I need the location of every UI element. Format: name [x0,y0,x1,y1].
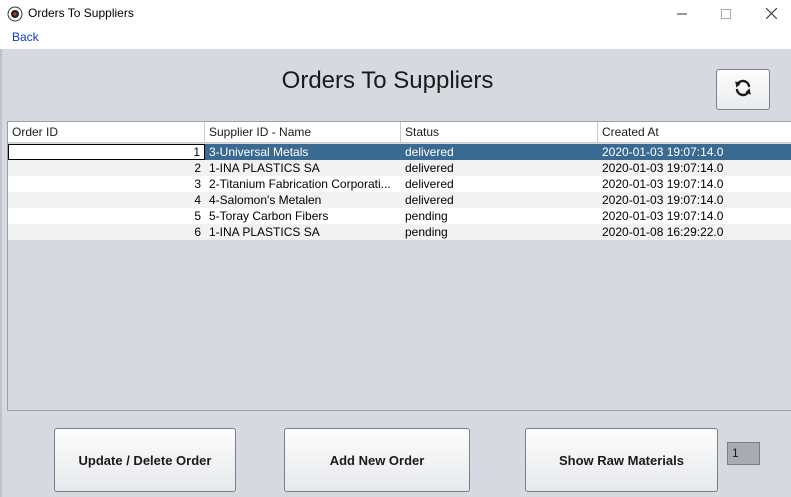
close-button[interactable] [748,0,791,27]
cell-supplier: 2-Titanium Fabrication Corporati... [209,177,391,191]
cell-created-at: 2020-01-03 19:07:14.0 [602,209,724,223]
cell-order-id: 3 [194,177,201,191]
cell-status: delivered [405,161,454,175]
count-field[interactable]: 1 [727,442,760,465]
column-header-supplier[interactable]: Supplier ID - Name [205,122,401,143]
cell-supplier: 1-INA PLASTICS SA [209,161,320,175]
table-header: Order ID Supplier ID - Name Status Creat… [8,122,791,143]
add-new-order-button[interactable]: Add New Order [284,428,470,492]
show-raw-materials-button[interactable]: Show Raw Materials [525,428,718,492]
cell-status: delivered [405,193,454,207]
table-row[interactable]: 1 3-Universal Metals delivered 2020-01-03 1… [8,144,791,160]
cell-created-at: 2020-01-08 16:29:22.0 [602,225,724,239]
main-panel: Orders To Suppliers Order ID Supplier ID… [0,49,791,497]
app-logo-icon [7,6,23,22]
cell-supplier: 1-INA PLASTICS SA [209,225,320,239]
cell-created-at: 2020-01-03 19:07:14.0 [602,193,724,207]
cell-supplier: 4-Salomon's Metalen [209,193,322,207]
menu-bar: Back [0,27,791,49]
table-row[interactable]: 3 2-Titanium Fabrication Corporati... deli… [8,176,791,192]
table-row[interactable]: 6 1-INA PLASTICS SA pending 2020-01-08 16:2… [8,224,791,240]
refresh-icon [733,78,753,101]
minimize-button[interactable] [659,0,705,27]
column-header-order-id[interactable]: Order ID [8,122,205,143]
cell-created-at: 2020-01-03 19:07:14.0 [602,177,724,191]
update-delete-order-button[interactable]: Update / Delete Order [54,428,236,492]
page-title: Orders To Suppliers [281,67,494,94]
table-row[interactable]: 2 1-INA PLASTICS SA delivered 2020-01-03 19… [8,160,791,176]
refresh-button[interactable] [716,69,770,110]
maximize-button[interactable] [703,0,749,27]
back-link[interactable]: Back [12,30,39,44]
table-row[interactable]: 5 5-Toray Carbon Fibers pending 2020-01-03 … [8,208,791,224]
cell-status: delivered [405,145,454,159]
cell-order-id: 5 [194,209,201,223]
column-header-created-at[interactable]: Created At [598,122,791,143]
cell-order-id: 1 [8,144,205,160]
window-title: Orders To Suppliers [28,6,134,20]
cell-order-id: 6 [194,225,201,239]
cell-supplier: 3-Universal Metals [209,145,309,159]
cell-status: pending [405,209,448,223]
cell-supplier: 5-Toray Carbon Fibers [209,209,329,223]
orders-table: Order ID Supplier ID - Name Status Creat… [7,121,791,411]
column-header-status[interactable]: Status [401,122,598,143]
cell-order-id: 2 [194,161,201,175]
cell-status: delivered [405,177,454,191]
cell-order-id: 4 [194,193,201,207]
table-row[interactable]: 4 4-Salomon's Metalen delivered 2020-01-03 … [8,192,791,208]
cell-status: pending [405,225,448,239]
cell-created-at: 2020-01-03 19:07:14.0 [602,161,724,175]
cell-created-at: 2020-01-03 19:07:14.0 [602,145,724,159]
title-bar: Orders To Suppliers [0,0,791,27]
